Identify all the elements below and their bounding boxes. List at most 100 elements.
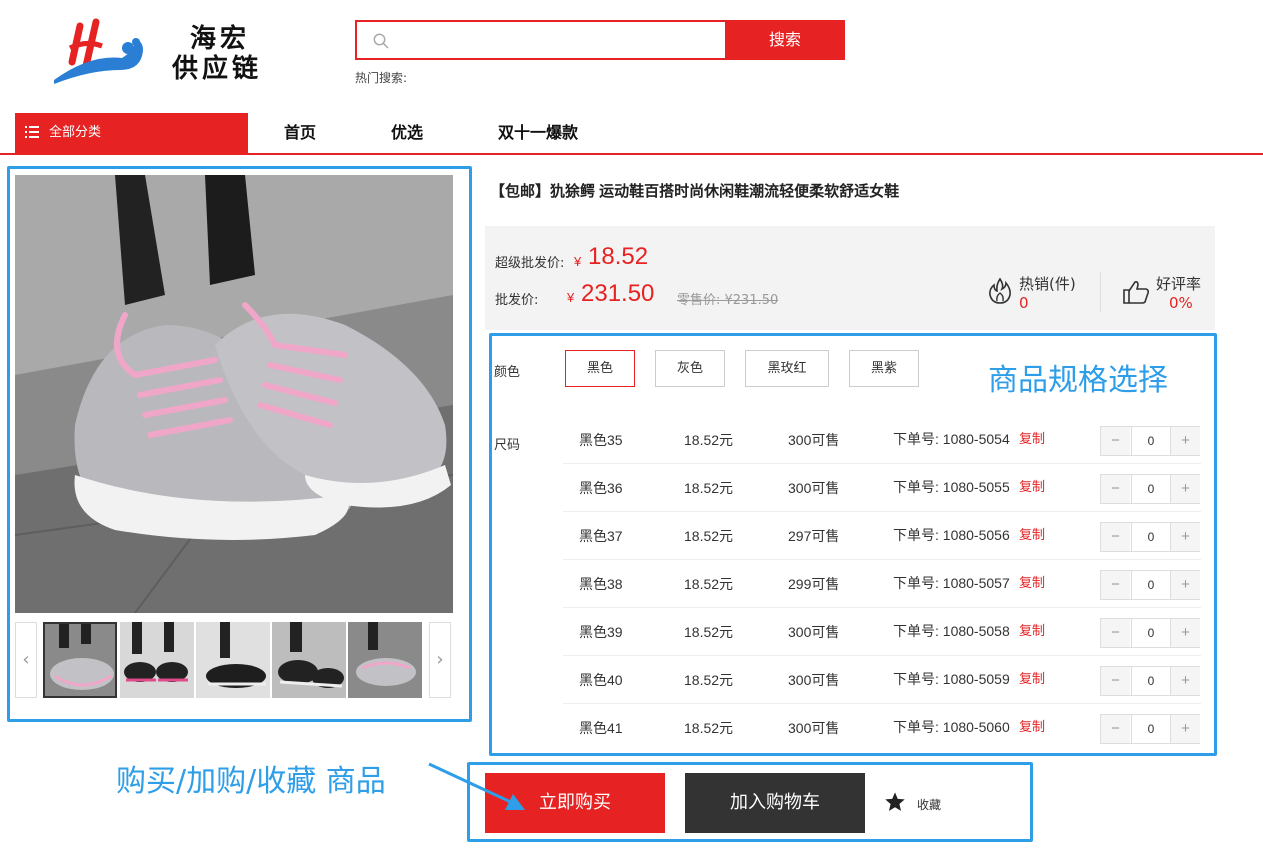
increment-button[interactable]: +: [1171, 523, 1200, 551]
thumbnail-5[interactable]: [348, 622, 422, 698]
quantity-value[interactable]: 0: [1131, 523, 1171, 551]
increment-button[interactable]: +: [1171, 619, 1200, 647]
thumbnail-image: [120, 622, 194, 698]
order-number: 下单号: 1080-5057: [893, 575, 1010, 591]
all-categories-button[interactable]: 全部分类: [15, 113, 248, 153]
size-stock: 300可售: [788, 672, 840, 688]
color-option-gray[interactable]: 灰色: [655, 350, 725, 387]
quantity-value[interactable]: 0: [1131, 715, 1171, 743]
size-row: 黑色41 18.52元 300可售 下单号: 1080-5060 复制 −0 +: [563, 704, 1201, 752]
nav-item-double-eleven[interactable]: 双十一爆款: [498, 113, 578, 153]
size-label: 尺码: [494, 438, 521, 453]
search-bar: 搜索: [355, 20, 845, 60]
copy-link[interactable]: 复制: [1019, 607, 1045, 655]
add-to-cart-button[interactable]: 加入购物车: [685, 773, 865, 833]
thumbnail-strip: ‹ ›: [15, 622, 453, 698]
size-stock: 300可售: [788, 720, 840, 736]
color-option-black-purple[interactable]: 黑紫: [849, 350, 919, 387]
product-title: 【包邮】犰狳鳄 运动鞋百搭时尚休闲鞋潮流轻便柔软舒适女鞋: [490, 183, 900, 200]
search-button[interactable]: 搜索: [725, 20, 845, 60]
decrement-button[interactable]: −: [1101, 667, 1130, 695]
size-stock: 300可售: [788, 480, 840, 496]
quantity-value[interactable]: 0: [1131, 619, 1171, 647]
flame-icon: [989, 277, 1011, 304]
size-stock: 300可售: [788, 432, 840, 448]
decrement-button[interactable]: −: [1101, 475, 1130, 503]
annotation-arrow-icon: [428, 762, 525, 810]
nav-item-featured[interactable]: 优选: [391, 113, 423, 153]
list-icon: [25, 126, 39, 138]
actions-annotation: 购买/加购/收藏 商品: [116, 764, 386, 799]
copy-link[interactable]: 复制: [1019, 655, 1045, 703]
hot-sales-label: 热销(件): [1019, 275, 1076, 293]
quantity-stepper: −0 +: [1100, 426, 1200, 456]
thumbnail-1[interactable]: [43, 622, 117, 698]
thumb-next-button[interactable]: ›: [429, 622, 451, 698]
wholesale-price: 231.50: [581, 280, 655, 307]
color-label: 颜色: [494, 365, 521, 380]
size-name: 黑色41: [579, 720, 623, 736]
currency-symbol: ¥: [567, 290, 575, 305]
quantity-stepper: −0 +: [1100, 474, 1200, 504]
decrement-button[interactable]: −: [1101, 523, 1130, 551]
wholesale-label: 批发价:: [495, 293, 539, 308]
size-name: 黑色37: [579, 528, 623, 544]
copy-link[interactable]: 复制: [1019, 511, 1045, 559]
size-row: 黑色36 18.52元 300可售 下单号: 1080-5055 复制 −0 +: [563, 464, 1201, 512]
star-icon[interactable]: [884, 791, 906, 813]
size-name: 黑色36: [579, 480, 623, 496]
quantity-value[interactable]: 0: [1131, 475, 1171, 503]
quantity-stepper: −0 +: [1100, 618, 1200, 648]
size-price: 18.52元: [684, 624, 734, 640]
increment-button[interactable]: +: [1171, 667, 1200, 695]
logo-text: 海宏 供应链: [172, 24, 262, 84]
logo-line1: 海宏: [190, 24, 251, 54]
quantity-value[interactable]: 0: [1131, 427, 1171, 455]
thumbnail-4[interactable]: [272, 622, 346, 698]
super-wholesale-label: 超级批发价:: [495, 256, 565, 271]
thumbs-up-icon: [1123, 281, 1150, 304]
decrement-button[interactable]: −: [1101, 715, 1130, 743]
size-price: 18.52元: [684, 576, 734, 592]
decrement-button[interactable]: −: [1101, 571, 1130, 599]
increment-button[interactable]: +: [1171, 427, 1200, 455]
copy-link[interactable]: 复制: [1019, 559, 1045, 607]
thumbnail-3[interactable]: [196, 622, 270, 698]
size-row: 黑色39 18.52元 300可售 下单号: 1080-5058 复制 −0 +: [563, 608, 1201, 656]
rating-label: 好评率: [1156, 275, 1202, 293]
size-price: 18.52元: [684, 432, 734, 448]
decrement-button[interactable]: −: [1101, 619, 1130, 647]
color-option-black-rose[interactable]: 黑玫红: [745, 350, 829, 387]
copy-link[interactable]: 复制: [1019, 703, 1045, 751]
thumb-prev-button[interactable]: ‹: [15, 622, 37, 698]
quantity-value[interactable]: 0: [1131, 667, 1171, 695]
size-stock: 299可售: [788, 576, 840, 592]
size-row: 黑色40 18.52元 300可售 下单号: 1080-5059 复制 −0 +: [563, 656, 1201, 704]
color-option-black[interactable]: 黑色: [565, 350, 635, 387]
increment-button[interactable]: +: [1171, 475, 1200, 503]
thumbnail-2[interactable]: [120, 622, 194, 698]
main-nav: 全部分类 首页 优选 双十一爆款: [0, 113, 1263, 155]
decrement-button[interactable]: −: [1101, 427, 1130, 455]
nav-item-home[interactable]: 首页: [284, 113, 316, 153]
size-price: 18.52元: [684, 672, 734, 688]
copy-link[interactable]: 复制: [1019, 415, 1045, 463]
order-number: 下单号: 1080-5058: [893, 623, 1010, 639]
search-input[interactable]: [355, 20, 725, 60]
favorite-button[interactable]: 收藏: [917, 796, 941, 813]
quantity-value[interactable]: 0: [1131, 571, 1171, 599]
size-name: 黑色35: [579, 432, 623, 448]
size-price: 18.52元: [684, 528, 734, 544]
thumbnail-image: [272, 622, 346, 698]
increment-button[interactable]: +: [1171, 571, 1200, 599]
size-stock: 300可售: [788, 624, 840, 640]
hot-search-label: 热门搜索:: [355, 71, 408, 85]
thumbnail-image: [348, 622, 422, 698]
quantity-stepper: −0 +: [1100, 570, 1200, 600]
copy-link[interactable]: 复制: [1019, 463, 1045, 511]
product-main-image: [15, 175, 453, 613]
increment-button[interactable]: +: [1171, 715, 1200, 743]
size-price: 18.52元: [684, 480, 734, 496]
quantity-stepper: −0 +: [1100, 714, 1200, 744]
order-number: 下单号: 1080-5056: [893, 527, 1010, 543]
